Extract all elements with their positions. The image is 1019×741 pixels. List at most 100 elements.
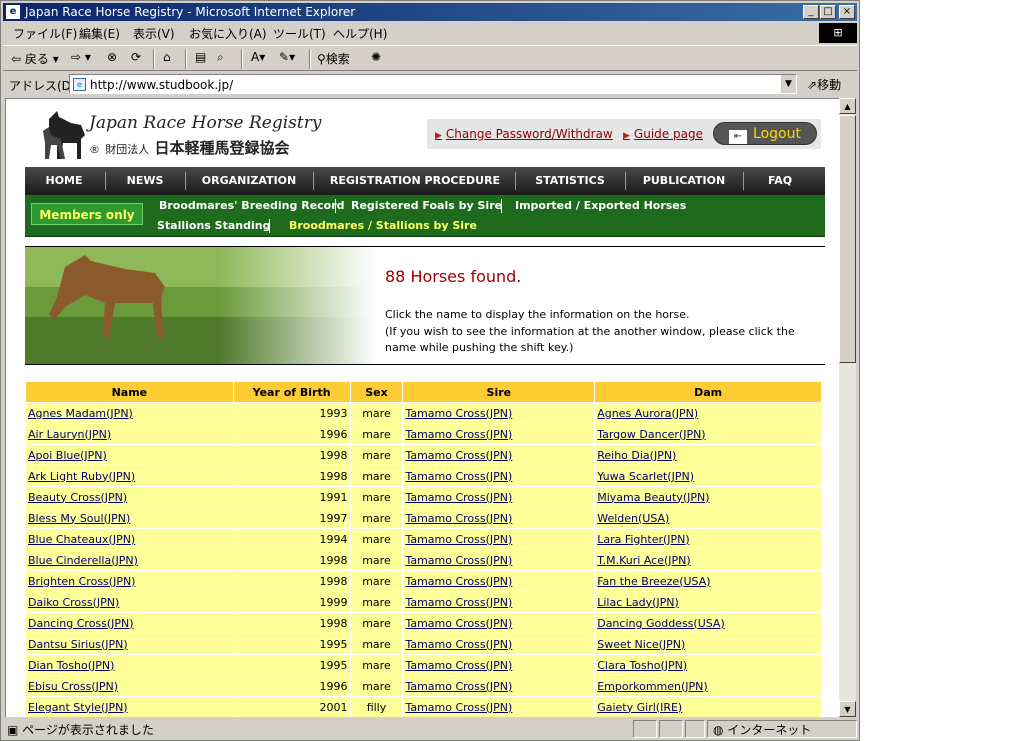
sire-link[interactable]: Tamamo Cross(JPN) [405,428,512,441]
table-cell: Ebisu Cross(JPN) [25,675,234,697]
menu-view[interactable]: 表示(V) [133,25,175,42]
nav-news[interactable]: NEWS [107,167,183,195]
dam-link[interactable]: Targow Dancer(JPN) [597,428,705,441]
encoding-button[interactable]: A▾ [251,50,265,64]
sire-link[interactable]: Tamamo Cross(JPN) [405,659,512,672]
registered-icon: ® [89,143,100,156]
edit-button[interactable]: ✎▾ [279,50,295,64]
horse-name-link[interactable]: Bless My Soul(JPN) [28,512,130,525]
nav-publication[interactable]: PUBLICATION [627,167,741,195]
dam-link[interactable]: Fan the Breeze(USA) [597,575,710,588]
sire-link[interactable]: Tamamo Cross(JPN) [405,701,512,714]
horse-name-link[interactable]: Blue Cinderella(JPN) [28,554,138,567]
sire-link[interactable]: Tamamo Cross(JPN) [405,638,512,651]
sire-link[interactable]: Tamamo Cross(JPN) [405,449,512,462]
back-button[interactable]: ⇦ 戻る ▾ [11,50,59,67]
horse-name-link[interactable]: Agnes Madam(JPN) [28,407,133,420]
nav-home[interactable]: HOME [25,167,103,195]
stop-button[interactable]: ⊗ [107,50,117,64]
results-count: 88 Horses found. [385,267,522,286]
refresh-button[interactable]: ⟳ [131,50,141,64]
nav-registration-procedure[interactable]: REGISTRATION PROCEDURE [315,167,515,195]
nav-organization[interactable]: ORGANIZATION [187,167,311,195]
horse-name-link[interactable]: Ark Light Ruby(JPN) [28,470,135,483]
print-preview-button[interactable]: ⌕ [217,50,224,65]
dam-link[interactable]: Dancing Goddess(USA) [597,617,725,630]
dam-link[interactable]: Welden(USA) [597,512,669,525]
scroll-up-icon[interactable]: ▲ [839,98,856,114]
print-button[interactable]: ▤ [195,50,206,64]
sire-link[interactable]: Tamamo Cross(JPN) [405,554,512,567]
horse-name-link[interactable]: Blue Chateaux(JPN) [28,533,135,546]
search-button[interactable]: ⚲検索 [317,50,350,67]
address-input[interactable]: e http://www.studbook.jp/ ▼ [69,74,797,94]
subnav-broodmares-stallions[interactable]: Broodmares / Stallions by Sire [289,219,477,232]
dam-link[interactable]: Lilac Lady(JPN) [597,596,679,609]
dam-link[interactable]: Reiho Dia(JPN) [597,449,676,462]
horse-name-link[interactable]: Air Lauryn(JPN) [28,428,111,441]
dam-link[interactable]: T.M.Kuri Ace(JPN) [597,554,690,567]
go-button[interactable]: ⇗移動 [807,76,841,93]
subnav-stallions-standing[interactable]: Stallions Standing [157,219,270,232]
col-sire-header: Sire [402,381,596,403]
subnav-imported-exported[interactable]: Imported / Exported Horses [515,199,686,212]
triangle-icon: ▶ [623,131,630,141]
guide-page-link[interactable]: ▶ Guide page [623,127,703,141]
logout-button[interactable]: ⇤ Logout [713,122,817,145]
dam-link[interactable]: Lara Fighter(JPN) [597,533,689,546]
menu-favorites[interactable]: お気に入り(A) [189,25,267,42]
horse-name-link[interactable]: Ebisu Cross(JPN) [28,680,118,693]
sire-link[interactable]: Tamamo Cross(JPN) [405,575,512,588]
dam-link[interactable]: Sweet Nice(JPN) [597,638,685,651]
dam-link[interactable]: Gaiety Girl(IRE) [597,701,682,714]
maximize-button[interactable]: □ [820,5,836,19]
horse-name-link[interactable]: Dian Tosho(JPN) [28,659,114,672]
dam-link[interactable]: Yuwa Scarlet(JPN) [597,470,694,483]
forward-button[interactable]: ⇨ ▾ [71,50,91,64]
sire-link[interactable]: Tamamo Cross(JPN) [405,491,512,504]
horse-name-link[interactable]: Beauty Cross(JPN) [28,491,127,504]
minimize-button[interactable]: _ [803,5,819,19]
menu-edit[interactable]: 編集(E) [79,25,120,42]
nav-statistics[interactable]: STATISTICS [517,167,623,195]
dam-link[interactable]: Agnes Aurora(JPN) [597,407,698,420]
table-cell: Tamamo Cross(JPN) [402,675,596,697]
year-of-birth: 1994 [232,528,351,550]
menu-file[interactable]: ファイル(F) [13,25,77,42]
subnav-breeding-record[interactable]: Broodmares' Breeding Record [159,199,345,212]
sire-link[interactable]: Tamamo Cross(JPN) [405,512,512,525]
subnav-registered-foals[interactable]: Registered Foals by Sire [351,199,502,212]
scroll-thumb[interactable] [839,115,856,363]
horse-name-link[interactable]: Dantsu Sirius(JPN) [28,638,128,651]
menu-help[interactable]: ヘルプ(H) [333,25,387,42]
horse-name-link[interactable]: Brighten Cross(JPN) [28,575,135,588]
table-cell: T.M.Kuri Ace(JPN) [594,549,822,571]
horse-name-link[interactable]: Apoi Blue(JPN) [28,449,107,462]
sire-link[interactable]: Tamamo Cross(JPN) [405,470,512,483]
table-row: Blue Cinderella(JPN) 1998 mare Tamamo Cross… [25,549,822,571]
sire-link[interactable]: Tamamo Cross(JPN) [405,407,512,420]
change-password-link[interactable]: ▶ Change Password/Withdraw [435,127,613,141]
sire-link[interactable]: Tamamo Cross(JPN) [405,533,512,546]
table-cell: Sweet Nice(JPN) [594,633,822,655]
horse-name-link[interactable]: Dancing Cross(JPN) [28,617,134,630]
toolbar-separator [185,49,187,69]
menu-tools[interactable]: ツール(T) [273,25,326,42]
menu-bar: ファイル(F) 編集(E) 表示(V) お気に入り(A) ツール(T) ヘルプ(… [3,22,857,44]
vertical-scrollbar[interactable]: ▲ ▼ [839,98,856,717]
nav-faq[interactable]: FAQ [745,167,815,195]
horse-name-link[interactable]: Daiko Cross(JPN) [28,596,119,609]
dam-link[interactable]: Emporkommen(JPN) [597,680,707,693]
address-dropdown-icon[interactable]: ▼ [780,75,796,93]
horse-name-link[interactable]: Elegant Style(JPN) [28,701,128,714]
dam-link[interactable]: Clara Tosho(JPN) [597,659,687,672]
dam-link[interactable]: Miyama Beauty(JPN) [597,491,709,504]
table-cell: Tamamo Cross(JPN) [402,507,596,529]
sire-link[interactable]: Tamamo Cross(JPN) [405,680,512,693]
sire-link[interactable]: Tamamo Cross(JPN) [405,617,512,630]
messenger-button[interactable]: ✺ [371,50,381,64]
scroll-down-icon[interactable]: ▼ [839,701,856,717]
home-button[interactable]: ⌂ [163,50,171,64]
sire-link[interactable]: Tamamo Cross(JPN) [405,596,512,609]
close-button[interactable]: × [839,5,855,19]
